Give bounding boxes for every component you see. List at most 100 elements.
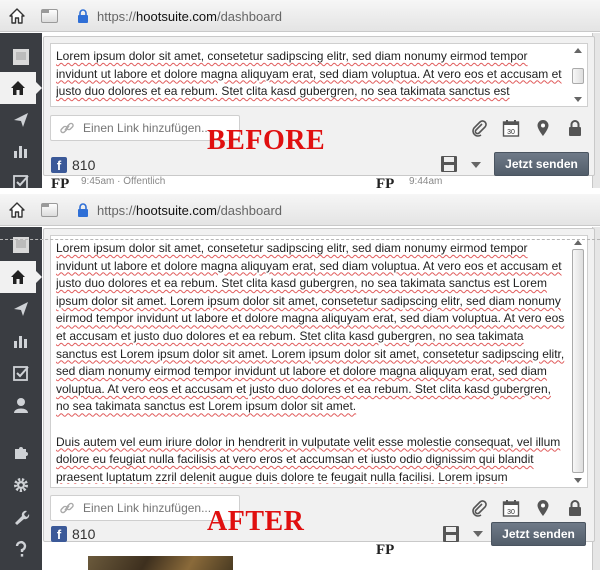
location-button[interactable] <box>532 497 554 519</box>
message-text[interactable]: Lorem ipsum dolor sit amet, consetetur s… <box>56 240 565 484</box>
calendar-icon: 30 <box>502 120 520 137</box>
before-screenshot: https://hootsuite.com/dashboard FP 9:45a… <box>0 0 600 188</box>
person-icon <box>14 398 28 413</box>
url-host: hootsuite.com <box>136 203 217 218</box>
sidebar-item-apps[interactable] <box>0 437 42 469</box>
secure-lock-icon <box>78 9 88 23</box>
tab-icon[interactable] <box>41 9 58 23</box>
paperclip-icon <box>472 500 487 517</box>
send-now-button[interactable]: Jetzt senden <box>491 522 586 546</box>
message-textarea[interactable]: Lorem ipsum dolor sit amet, consetetur s… <box>50 43 588 107</box>
composer-footer: f 810 Jetzt senden <box>44 522 594 546</box>
floppy-disk-icon[interactable] <box>440 155 458 173</box>
url-prefix: https:// <box>97 203 137 218</box>
message-composer: Lorem ipsum dolor sit amet, consetetur s… <box>43 228 595 546</box>
message-text[interactable]: Lorem ipsum dolor sit amet, consetetur s… <box>56 48 565 104</box>
browser-toolbar: https://hootsuite.com/dashboard <box>0 194 600 226</box>
attachment-tools: 30 <box>468 497 586 519</box>
secure-lock-icon <box>78 203 88 217</box>
sidebar-item-assignments[interactable] <box>0 166 42 188</box>
svg-text:30: 30 <box>507 129 515 136</box>
sidebar-item-contacts[interactable] <box>0 389 42 421</box>
scroll-up-arrow[interactable] <box>574 48 582 53</box>
lock-icon <box>569 500 581 516</box>
sidebar-item-settings[interactable] <box>0 469 42 501</box>
scroll-down-arrow[interactable] <box>574 478 582 483</box>
schedule-button[interactable]: 30 <box>500 117 522 139</box>
privacy-button[interactable] <box>564 497 586 519</box>
stream-avatar-text-right: FP <box>376 176 395 188</box>
home-icon <box>11 81 25 95</box>
textarea-scrollbar[interactable] <box>571 48 585 102</box>
address-bar[interactable]: https://hootsuite.com/dashboard <box>97 203 282 218</box>
sidebar-item-profile[interactable] <box>0 41 42 73</box>
address-bar[interactable]: https://hootsuite.com/dashboard <box>97 9 282 24</box>
link-icon <box>60 122 74 134</box>
browser-toolbar: https://hootsuite.com/dashboard <box>0 0 600 32</box>
dashed-guide-line <box>0 239 600 240</box>
scroll-down-arrow[interactable] <box>574 97 582 102</box>
sidebar <box>0 227 42 570</box>
facebook-icon[interactable]: f <box>51 526 67 542</box>
follower-count: 810 <box>72 157 96 173</box>
attach-button[interactable] <box>468 497 490 519</box>
browser-home-icon[interactable] <box>8 201 26 219</box>
stream-meta: 9:45am · Öffentlich <box>81 176 166 187</box>
checkbox-icon <box>13 366 29 381</box>
save-options-caret[interactable] <box>471 162 481 168</box>
scroll-thumb[interactable] <box>572 68 584 84</box>
sidebar-item-analytics[interactable] <box>0 325 42 357</box>
floppy-disk-icon[interactable] <box>442 525 460 543</box>
sidebar-item-assignments[interactable] <box>0 357 42 389</box>
sidebar-item-home[interactable] <box>0 72 42 104</box>
schedule-button[interactable]: 30 <box>500 497 522 519</box>
stream-meta-right: 9:44am <box>409 176 443 187</box>
sidebar-item-help[interactable] <box>0 533 42 565</box>
sidebar-item-compose[interactable] <box>0 104 42 136</box>
bar-chart-icon <box>14 336 27 348</box>
lock-icon <box>569 120 581 136</box>
attachment-tools: 30 <box>468 117 586 139</box>
location-button[interactable] <box>532 117 554 139</box>
sidebar-item-analytics[interactable] <box>0 135 42 167</box>
stream-avatar-text-right: FP <box>376 542 395 558</box>
after-label: AFTER <box>207 506 305 537</box>
send-now-button[interactable]: Jetzt senden <box>494 152 589 176</box>
message-paragraph-1: Lorem ipsum dolor sit amet, consetetur s… <box>56 241 565 414</box>
attach-button[interactable] <box>468 117 490 139</box>
wrench-icon <box>15 510 30 525</box>
paper-plane-icon <box>14 302 28 316</box>
privacy-button[interactable] <box>564 117 586 139</box>
calendar-icon: 30 <box>502 500 520 517</box>
sidebar-item-tools[interactable] <box>0 501 42 533</box>
tab-icon[interactable] <box>41 203 58 217</box>
facebook-icon[interactable]: f <box>51 157 67 173</box>
question-icon <box>15 540 27 557</box>
home-icon <box>11 270 25 284</box>
gear-icon <box>14 478 28 492</box>
scroll-up-arrow[interactable] <box>574 240 582 245</box>
stream-photo <box>88 556 233 570</box>
sidebar-item-home[interactable] <box>0 261 42 293</box>
browser-home-icon[interactable] <box>8 7 26 25</box>
stream-preview: FP <box>43 542 592 570</box>
sidebar <box>0 33 42 188</box>
puzzle-icon <box>15 447 28 459</box>
url-path: /dashboard <box>216 203 283 218</box>
map-pin-icon <box>537 120 549 136</box>
svg-text:30: 30 <box>507 509 515 516</box>
url-prefix: https:// <box>97 9 137 24</box>
message-textarea[interactable]: Lorem ipsum dolor sit amet, consetetur s… <box>50 235 588 488</box>
sidebar-item-profile[interactable] <box>0 229 42 261</box>
textarea-scrollbar[interactable] <box>571 240 585 483</box>
map-pin-icon <box>537 500 549 516</box>
stream-preview: FP 9:45am · Öffentlich FP 9:44am <box>43 176 592 188</box>
before-label: BEFORE <box>207 125 326 156</box>
sidebar-item-compose[interactable] <box>0 293 42 325</box>
paper-plane-icon <box>14 113 28 127</box>
message-paragraph-2: Duis autem vel eum iriure dolor in hendr… <box>56 434 561 484</box>
stream-avatar-text: FP <box>51 176 70 188</box>
save-options-caret[interactable] <box>473 531 483 537</box>
scroll-thumb[interactable] <box>572 249 584 473</box>
follower-count: 810 <box>72 526 96 542</box>
